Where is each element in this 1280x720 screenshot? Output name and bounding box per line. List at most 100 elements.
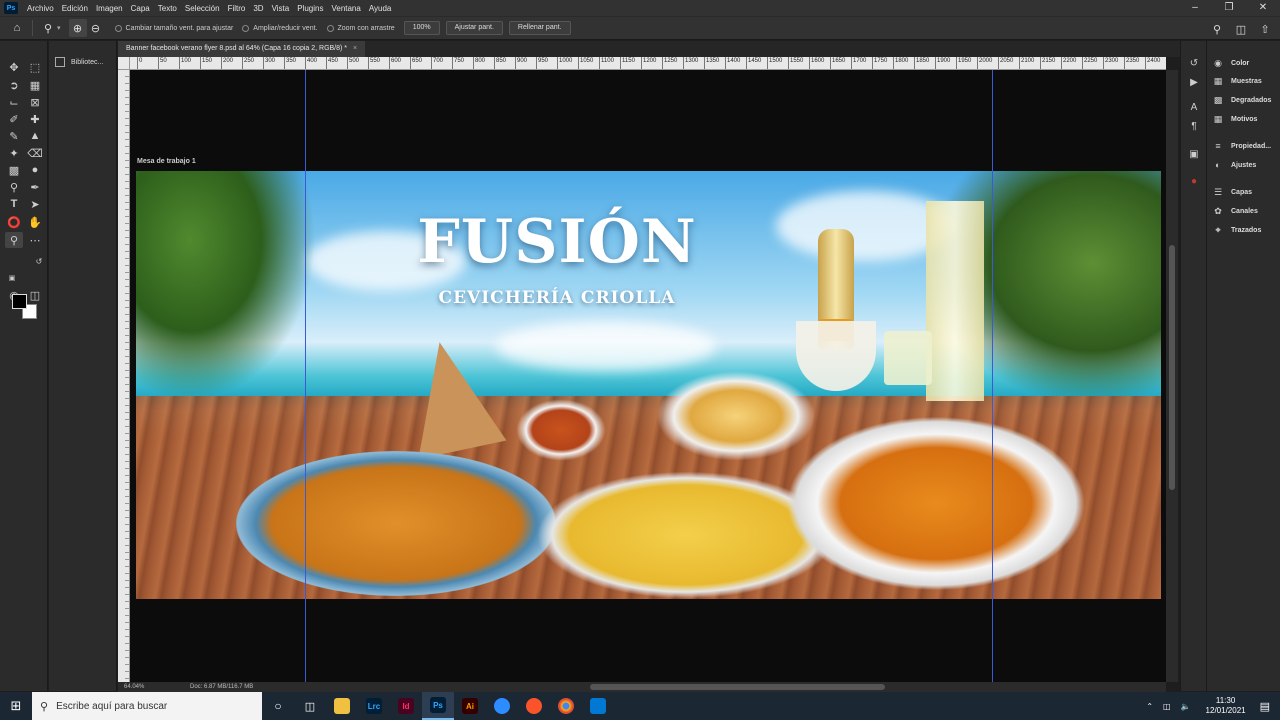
search-icon[interactable]: ⚲: [1208, 20, 1226, 38]
panel-color[interactable]: ◉ Color: [1213, 58, 1249, 69]
3d-cube-icon[interactable]: ▣: [1188, 148, 1200, 160]
chevron-down-icon[interactable]: ▾: [57, 24, 61, 32]
vertical-scrollbar[interactable]: [1166, 70, 1178, 682]
clock[interactable]: 11:30 12/01/2021: [1206, 696, 1246, 716]
volume-icon[interactable]: 🔈: [1181, 702, 1191, 711]
eyedropper-tool-icon[interactable]: ✐: [5, 111, 23, 127]
libraries-tab[interactable]: Bibliotec...: [55, 57, 103, 67]
photoshop-app[interactable]: Ps: [422, 692, 454, 720]
chevron-up-icon[interactable]: ⌃: [1146, 702, 1153, 711]
path-select-tool-icon[interactable]: ➤: [26, 196, 44, 212]
indesign-app[interactable]: Id: [390, 692, 422, 720]
frame-tool-icon[interactable]: ⊠: [26, 94, 44, 110]
menu-filtro[interactable]: Filtro: [224, 4, 250, 13]
resize-windows-checkbox[interactable]: Cambiar tamaño vent. para ajustar: [114, 24, 233, 32]
scroll-thumb[interactable]: [590, 684, 885, 690]
windows-start-icon[interactable]: ⊞: [0, 692, 32, 720]
foreground-color-swatch[interactable]: [12, 294, 27, 309]
panel-channels[interactable]: ✿ Canales: [1213, 206, 1258, 217]
fit-screen-button[interactable]: Ajustar pant.: [445, 21, 503, 35]
menu-edicion[interactable]: Edición: [58, 4, 92, 13]
pen-tool-icon[interactable]: ✒: [26, 179, 44, 195]
object-select-tool-icon[interactable]: ▦: [26, 77, 44, 93]
screen-mode-icon[interactable]: ◫: [26, 287, 44, 303]
zoom-in-icon[interactable]: ⊕: [68, 19, 87, 37]
brave-browser-icon[interactable]: [518, 692, 550, 720]
eraser-tool-icon[interactable]: ⌫: [26, 145, 44, 161]
artboard[interactable]: FUSIÓN CEVICHERÍA CRIOLLA: [136, 171, 1161, 599]
share-icon[interactable]: ⇧: [1256, 20, 1274, 38]
marquee-tool-icon[interactable]: ⬚: [26, 59, 44, 75]
zoom-app-icon[interactable]: [486, 692, 518, 720]
character-icon[interactable]: A: [1188, 101, 1200, 113]
swap-colors-icon[interactable]: ↺: [30, 253, 48, 269]
panel-patterns[interactable]: ▦ Motivos: [1213, 114, 1258, 125]
hand-tool-icon[interactable]: ✋: [26, 214, 44, 230]
blur-tool-icon[interactable]: ●: [26, 162, 44, 178]
zoom-out-icon[interactable]: ⊖: [87, 19, 105, 37]
menu-ayuda[interactable]: Ayuda: [365, 4, 396, 13]
chrome-icon[interactable]: [550, 692, 582, 720]
close-icon[interactable]: ✕: [1246, 0, 1280, 16]
menu-capa[interactable]: Capa: [127, 4, 154, 13]
color-lookup-icon[interactable]: ●: [1188, 175, 1200, 187]
scroll-thumb[interactable]: [1169, 245, 1175, 490]
history-icon[interactable]: ↺: [1188, 57, 1200, 69]
panel-layers[interactable]: ☰ Capas: [1213, 187, 1252, 198]
brush-tool-icon[interactable]: ✎: [5, 128, 23, 144]
panel-properties[interactable]: ≡ Propiedad...: [1213, 141, 1271, 151]
lightroom-app[interactable]: Lrc: [358, 692, 390, 720]
menu-vista[interactable]: Vista: [268, 4, 294, 13]
menu-ventana[interactable]: Ventana: [327, 4, 364, 13]
horizontal-ruler[interactable]: 0 50 100 150 200 250 300 350 400 450 500 550 600 650 7…: [130, 57, 1166, 70]
menu-3d[interactable]: 3D: [249, 4, 267, 13]
actions-play-icon[interactable]: ▶: [1188, 76, 1200, 88]
fill-screen-button[interactable]: Rellenar pant.: [508, 21, 571, 35]
crop-tool-icon[interactable]: ⌙: [5, 94, 23, 110]
close-tab-icon[interactable]: ×: [353, 45, 357, 52]
panel-adjustments[interactable]: ◐ Ajustes: [1213, 160, 1256, 170]
healing-brush-tool-icon[interactable]: ✚: [26, 111, 44, 127]
guide-line[interactable]: [992, 70, 993, 682]
canvas-area[interactable]: Mesa de trabajo 1 FUSIÓN CEVICHERÍA CRIO…: [130, 70, 1166, 682]
artboard-label[interactable]: Mesa de trabajo 1: [137, 158, 196, 165]
menu-imagen[interactable]: Imagen: [92, 4, 127, 13]
illustrator-app[interactable]: Ai: [454, 692, 486, 720]
zoom-level[interactable]: 64.04%: [124, 682, 144, 692]
taskbar-search[interactable]: ⚲ Escribe aquí para buscar: [32, 692, 262, 720]
stamp-tool-icon[interactable]: ▲: [26, 128, 44, 144]
paragraph-icon[interactable]: ¶: [1188, 120, 1200, 132]
scrubby-zoom-checkbox[interactable]: Zoom con arrastre: [326, 24, 395, 32]
panel-swatches[interactable]: ▦ Muestras: [1213, 76, 1262, 87]
shape-tool-icon[interactable]: ⭕: [5, 214, 23, 230]
move-tool-icon[interactable]: ✥: [5, 59, 23, 75]
dodge-tool-icon[interactable]: ⚲: [5, 179, 23, 195]
lasso-tool-icon[interactable]: ➲: [5, 77, 23, 93]
menu-texto[interactable]: Texto: [154, 4, 181, 13]
network-icon[interactable]: ◫: [1163, 702, 1171, 711]
cortana-icon[interactable]: ○: [262, 692, 294, 720]
horizontal-scrollbar[interactable]: [305, 682, 1166, 692]
zoom-100-button[interactable]: 100%: [403, 21, 440, 35]
file-explorer-icon[interactable]: [326, 692, 358, 720]
menu-plugins[interactable]: Plugins: [293, 4, 327, 13]
zoom-all-checkbox[interactable]: Ampliar/reducir vent.: [242, 24, 318, 32]
task-view-icon[interactable]: ◫: [294, 692, 326, 720]
zoom-tool-icon[interactable]: ⚲: [39, 19, 57, 37]
menu-archivo[interactable]: Archivo: [23, 4, 58, 13]
history-brush-tool-icon[interactable]: ✦: [5, 145, 23, 161]
guide-line[interactable]: [305, 70, 306, 682]
panel-paths[interactable]: ⌖ Trazados: [1213, 225, 1261, 236]
workspace-icon[interactable]: ◫: [1232, 20, 1250, 38]
zoom-tool-icon[interactable]: ⚲: [5, 232, 23, 248]
menu-seleccion[interactable]: Selección: [181, 4, 224, 13]
type-tool-icon[interactable]: T: [5, 196, 23, 212]
default-colors-icon[interactable]: ▣: [3, 270, 21, 286]
panel-gradients[interactable]: ▩ Degradados: [1213, 95, 1272, 106]
home-icon[interactable]: ⌂: [8, 19, 26, 37]
more-tools-icon[interactable]: ⋯: [26, 232, 44, 248]
minimize-icon[interactable]: –: [1178, 0, 1212, 16]
notification-icon[interactable]: ▤: [1260, 700, 1270, 713]
gradient-tool-icon[interactable]: ▩: [5, 162, 23, 178]
document-tab[interactable]: Banner facebook verano flyer 8.psd al 64…: [118, 41, 366, 57]
